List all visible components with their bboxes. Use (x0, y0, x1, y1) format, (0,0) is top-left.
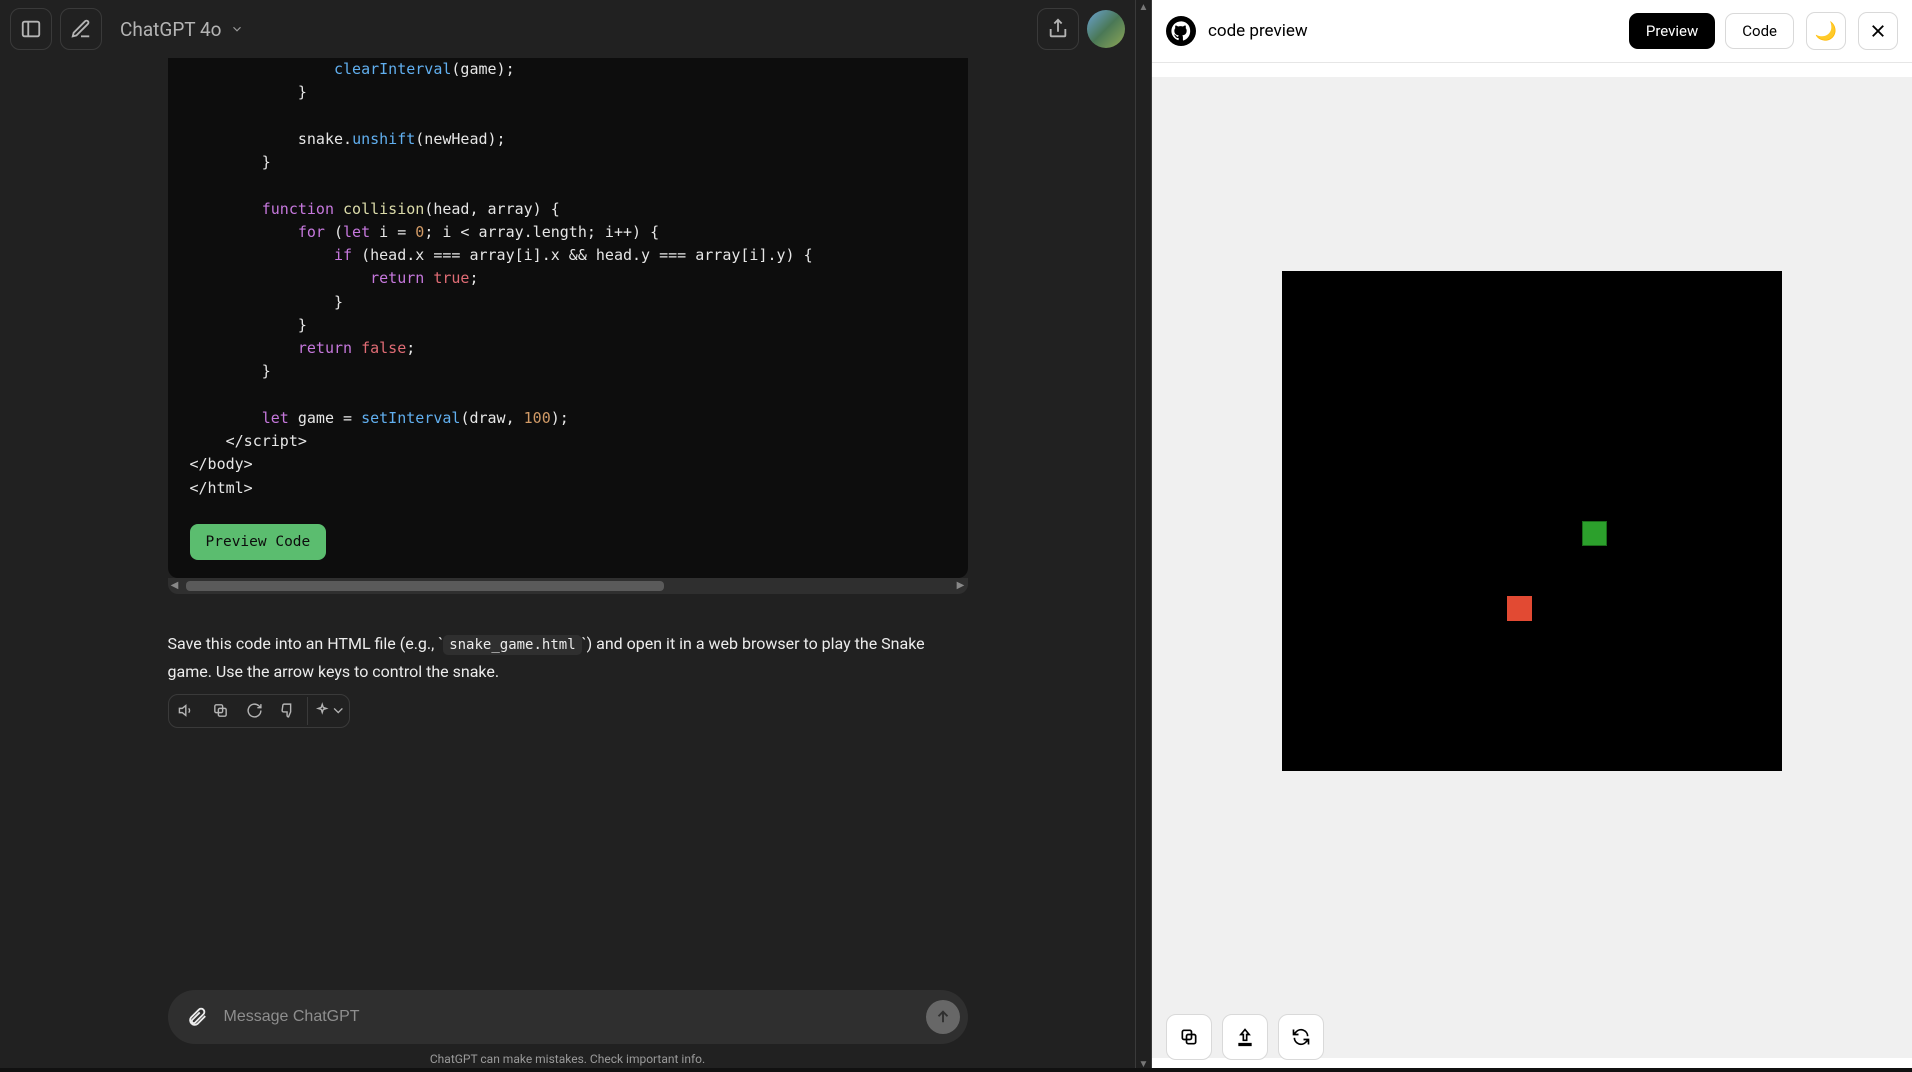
bad-response-button[interactable] (273, 697, 305, 725)
scroll-right-arrow-icon[interactable]: ▶ (954, 580, 968, 591)
preview-footer (1166, 1014, 1324, 1060)
game-canvas[interactable] (1282, 271, 1782, 771)
scroll-up-arrow-icon[interactable]: ▲ (1136, 2, 1151, 13)
code-content: clearInterval(game); } snake.unshift(new… (190, 58, 946, 500)
moon-icon: 🌙 (1815, 21, 1837, 42)
code-block: clearInterval(game); } snake.unshift(new… (168, 58, 968, 578)
explain-filename: snake_game.html (443, 635, 581, 655)
tab-preview[interactable]: Preview (1629, 13, 1715, 49)
model-selector[interactable]: ChatGPT 4o (110, 18, 254, 41)
regenerate-button[interactable] (239, 697, 271, 725)
topbar: ChatGPT 4o (0, 0, 1135, 58)
more-actions-button[interactable] (307, 697, 347, 725)
chat-pane: ChatGPT 4o clearInterval(game); } snake.… (0, 0, 1135, 1072)
code-horizontal-scrollbar[interactable]: ◀ ▶ (168, 578, 968, 594)
new-chat-button[interactable] (60, 8, 102, 50)
copy-button[interactable] (205, 697, 237, 725)
view-toggle: Preview Code (1629, 13, 1794, 49)
message-input-bar (168, 990, 968, 1044)
upload-preview-button[interactable] (1222, 1014, 1268, 1060)
sidebar-toggle-button[interactable] (10, 8, 52, 50)
theme-toggle-button[interactable]: 🌙 (1806, 12, 1846, 50)
tab-code[interactable]: Code (1725, 13, 1794, 49)
refresh-preview-button[interactable] (1278, 1014, 1324, 1060)
assistant-explanation: Save this code into an HTML file (e.g., … (168, 630, 968, 686)
chevron-down-icon (230, 22, 244, 36)
preview-title: code preview (1208, 21, 1308, 41)
github-icon (1166, 16, 1196, 46)
preview-code-button[interactable]: Preview Code (190, 524, 327, 560)
preview-header: code preview Preview Code 🌙 (1152, 0, 1912, 62)
share-button[interactable] (1037, 8, 1079, 50)
read-aloud-button[interactable] (171, 697, 203, 725)
close-preview-button[interactable] (1858, 12, 1898, 50)
input-area: ChatGPT can make mistakes. Check importa… (0, 990, 1135, 1072)
copy-preview-button[interactable] (1166, 1014, 1212, 1060)
model-name: ChatGPT 4o (120, 18, 222, 41)
conversation-scroll: clearInterval(game); } snake.unshift(new… (0, 58, 1135, 1072)
scrollbar-thumb[interactable] (186, 581, 665, 591)
attach-button[interactable] (180, 1000, 214, 1034)
window-bottom-strip (0, 1068, 1912, 1072)
send-button[interactable] (926, 1000, 960, 1034)
message-actions (168, 694, 350, 728)
preview-surface (1152, 62, 1912, 1072)
snake-head (1582, 521, 1607, 546)
explain-text-before: Save this code into an HTML file (e.g., (168, 634, 439, 653)
food (1507, 596, 1532, 621)
preview-pane: code preview Preview Code 🌙 (1152, 0, 1912, 1072)
scroll-left-arrow-icon[interactable]: ◀ (168, 580, 182, 591)
message-input[interactable] (224, 1008, 916, 1026)
avatar[interactable] (1087, 10, 1125, 48)
vertical-scrollbar[interactable]: ▲ ▼ (1135, 0, 1152, 1072)
disclaimer-text: ChatGPT can make mistakes. Check importa… (0, 1052, 1135, 1066)
